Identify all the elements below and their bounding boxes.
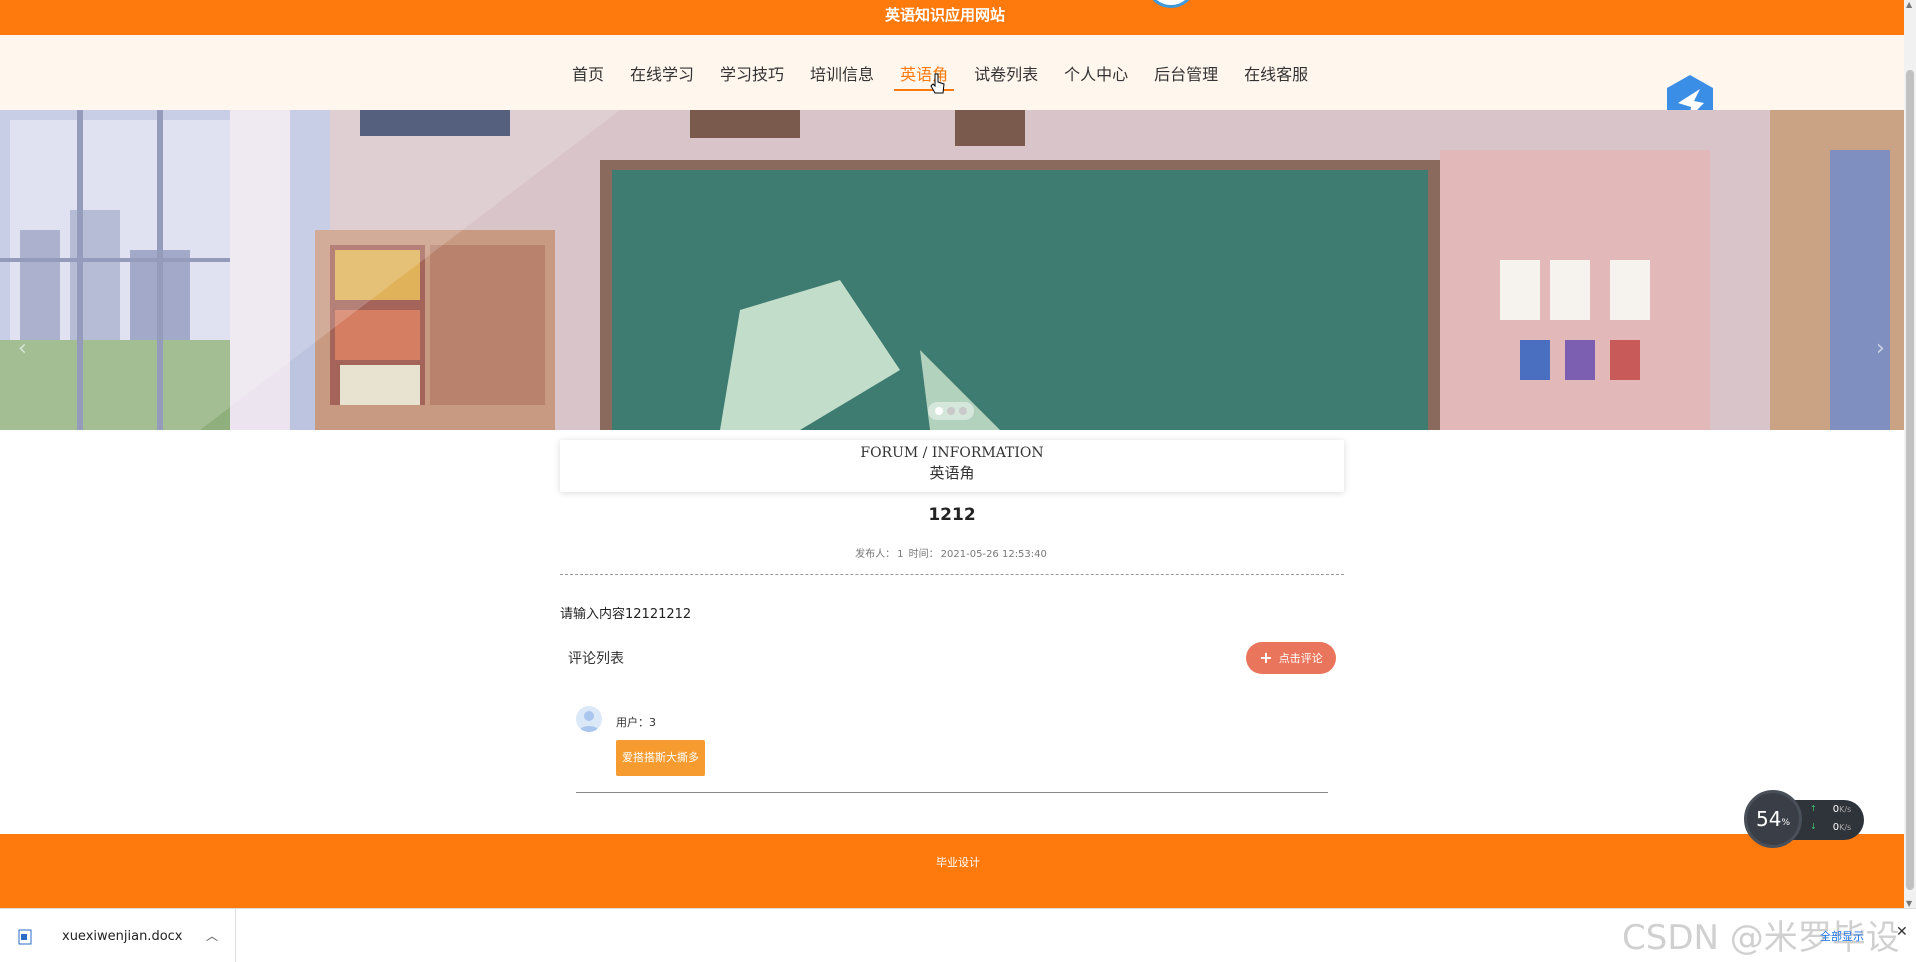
post-content: 请输入内容12121212 (560, 607, 692, 622)
main-nav: 首页 在线学习 学习技巧 培训信息 英语角 试卷列表 个人中心 后台管理 在线客… (0, 35, 1904, 129)
banner-prev-icon[interactable]: ‹ (18, 336, 27, 361)
comments-heading: 评论列表 (568, 651, 624, 667)
user-label: 用户： (616, 716, 649, 729)
banner-dot-3[interactable] (959, 407, 967, 415)
add-comment-button[interactable]: + 点击评论 (1246, 642, 1336, 674)
add-comment-label: 点击评论 (1278, 652, 1323, 665)
comment-item: 用户：3 爱搭搭斯大撕多 (576, 704, 1328, 793)
mouse-cursor-icon (930, 73, 945, 94)
download-arrow-icon: ↓ (1810, 822, 1817, 831)
section-header: FORUM / INFORMATION 英语角 (560, 440, 1344, 492)
scroll-down-icon[interactable]: ▼ (1906, 899, 1912, 908)
post-author: 1 (897, 549, 904, 560)
banner-pagination (928, 402, 974, 420)
network-speed-widget[interactable]: ↑ 0K/s ↓ 0K/s 54% (1744, 790, 1864, 848)
nav-item-study-tips[interactable]: 学习技巧 (720, 61, 784, 85)
section-title-en: FORUM / INFORMATION (860, 445, 1044, 461)
nav-item-personal-center[interactable]: 个人中心 (1064, 61, 1128, 85)
nav-item-customer-service[interactable]: 在线客服 (1244, 61, 1308, 85)
upload-arrow-icon: ↑ (1810, 804, 1817, 813)
classroom-banner-image (0, 110, 1904, 430)
site-title: 英语知识应用网站 (884, 6, 1005, 24)
nav-item-home[interactable]: 首页 (572, 61, 604, 85)
usage-percent: 54 (1755, 807, 1782, 831)
nav-item-admin[interactable]: 后台管理 (1154, 61, 1218, 85)
nav-item-training-info[interactable]: 培训信息 (810, 61, 874, 85)
plus-icon: + (1259, 648, 1273, 667)
nav-item-exam-list[interactable]: 试卷列表 (974, 61, 1038, 85)
footer-text: 毕业设计 (936, 856, 980, 869)
comment-text: 爱搭搭斯大撕多 (616, 740, 705, 776)
post-meta: 发布人： 1 时间： 2021-05-26 12:53:40 (560, 545, 1344, 560)
section-title-cn: 英语角 (929, 464, 975, 482)
author-label: 发布人： (855, 549, 896, 560)
banner-next-icon[interactable]: › (1876, 336, 1885, 361)
download-item[interactable]: xuexiwenjian.docx ︿ (0, 909, 236, 962)
chevron-up-icon[interactable]: ︿ (206, 927, 218, 944)
top-bar: 英语知识应用网站 (0, 0, 1904, 35)
download-unit: K/s (1839, 823, 1852, 832)
divider (560, 574, 1344, 575)
user-id: 3 (649, 716, 656, 729)
commenter-avatar-icon (576, 706, 602, 732)
usage-gauge: 54% (1744, 790, 1802, 848)
time-label: 时间： (908, 549, 939, 560)
post-time: 2021-05-26 12:53:40 (940, 549, 1047, 560)
nav-item-online-learning[interactable]: 在线学习 (630, 61, 694, 85)
usage-percent-unit: % (1781, 818, 1790, 828)
banner-dot-1[interactable] (935, 407, 943, 415)
banner-carousel[interactable]: ‹ › (0, 110, 1904, 430)
banner-dot-2[interactable] (947, 407, 955, 415)
scroll-up-icon[interactable]: ▲ (1906, 0, 1912, 9)
page-scrollbar[interactable]: ▲ ▼ (1904, 0, 1916, 908)
upload-unit: K/s (1839, 805, 1852, 814)
commenter-user: 用户：3 (616, 714, 656, 730)
post-title: 1212 (928, 505, 976, 525)
download-file-name: xuexiwenjian.docx (62, 929, 183, 944)
scrollbar-thumb[interactable] (1906, 70, 1914, 890)
close-icon[interactable]: ✕ (1896, 924, 1908, 940)
word-document-icon (18, 929, 32, 945)
footer: 毕业设计 (0, 834, 1904, 908)
show-all-link[interactable]: 全部显示 (1820, 928, 1864, 944)
